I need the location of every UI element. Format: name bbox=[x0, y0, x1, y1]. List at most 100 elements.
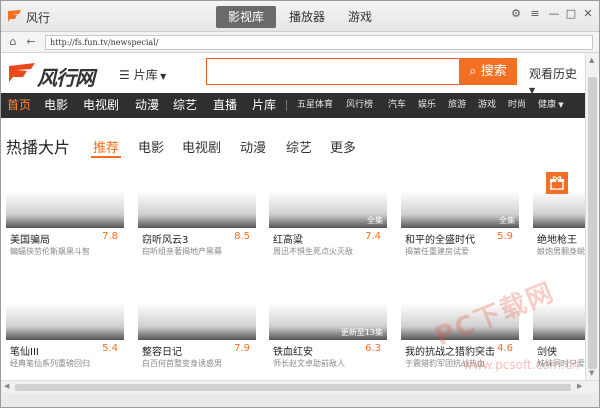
movie-score: 7.4 bbox=[365, 231, 381, 242]
filter-anime[interactable]: 动漫 bbox=[240, 137, 266, 156]
scroll-right-arrow-icon[interactable]: ▶ bbox=[577, 382, 582, 390]
app-window: 风行 影视库 播放器 游戏 ⚙ ≡ — □ ✕ ⌂ ← http://fs.fu… bbox=[0, 0, 600, 408]
tab-player[interactable]: 播放器 bbox=[283, 6, 331, 28]
movie-title[interactable]: 绝地枪王 bbox=[537, 231, 577, 246]
library-menu-label: 片库 bbox=[133, 68, 158, 82]
nav-anime[interactable]: 动漫 bbox=[135, 93, 159, 118]
status-badge: 全集 bbox=[499, 216, 515, 225]
movie-score: 8.5 bbox=[234, 231, 250, 242]
movie-card[interactable]: 整容日记 7.9 白百何首整变身诱惑男 bbox=[138, 273, 256, 371]
filter-movies[interactable]: 电影 bbox=[138, 137, 164, 156]
nav-movies[interactable]: 电影 bbox=[44, 93, 68, 118]
status-badge: 更新至13集 bbox=[340, 328, 383, 337]
filter-tv-series[interactable]: 电视剧 bbox=[182, 137, 221, 156]
movie-card[interactable]: 更新至13集 铁血红安 6.3 师长赵文卓助前敌人 bbox=[269, 273, 387, 371]
maximize-icon[interactable]: □ bbox=[563, 6, 579, 22]
nav-library[interactable]: 片库 bbox=[252, 93, 276, 118]
gift-glyph bbox=[550, 176, 564, 190]
nav-rankings[interactable]: 风行榜 bbox=[346, 93, 373, 118]
movie-card[interactable]: 窃听风云3 8.5 窃听组亲著揭地产黑幕 bbox=[138, 161, 256, 259]
fengxing-logo-icon bbox=[9, 63, 35, 82]
filter-more[interactable]: 更多 bbox=[330, 137, 356, 156]
movie-card[interactable]: 全集 和平的全盛时代 5.9 揭第任重建房试爱 bbox=[401, 161, 519, 259]
hamburger-icon: ☰ bbox=[119, 68, 134, 82]
horizontal-scrollbar[interactable]: ◀ ▶ bbox=[1, 380, 599, 393]
watermark-url: www.pcsoft.com.cn bbox=[463, 358, 580, 372]
movie-description: 经典笔仙系列重磅回归 bbox=[10, 359, 90, 368]
status-badge: 全集 bbox=[367, 216, 383, 225]
movie-description: 白百何首整变身诱惑男 bbox=[142, 359, 222, 368]
nav-fashion[interactable]: 时尚 bbox=[508, 93, 526, 118]
caret-down-icon: ▼ bbox=[556, 101, 564, 109]
movie-score: 7.9 bbox=[234, 343, 250, 354]
home-icon[interactable]: ⌂ bbox=[5, 34, 21, 50]
movie-score: 5.9 bbox=[497, 231, 513, 242]
search-button[interactable]: ⌕ 搜索 bbox=[459, 58, 517, 85]
movie-score: 7.8 bbox=[102, 231, 118, 242]
site-logo-text[interactable]: 风行网 bbox=[37, 62, 95, 91]
nav-cars[interactable]: 汽车 bbox=[388, 93, 406, 118]
filter-recommended[interactable]: 推荐 bbox=[93, 137, 119, 156]
movie-poster[interactable] bbox=[6, 273, 124, 340]
tab-video-library[interactable]: 影视库 bbox=[216, 6, 276, 28]
movie-poster[interactable]: 全集 bbox=[401, 161, 519, 228]
movie-score: 4.6 bbox=[497, 343, 513, 354]
status-bar bbox=[1, 393, 599, 407]
movie-description: 蝙蝠侠劳伦斯飙黑斗智 bbox=[10, 247, 90, 256]
movie-title[interactable]: 美国骗局 bbox=[10, 231, 50, 246]
movie-description: 揭第任重建房试爱 bbox=[405, 247, 469, 256]
settings-icon[interactable]: ⚙ bbox=[508, 6, 524, 22]
vertical-scrollbar[interactable]: ▲ ▼ bbox=[585, 53, 599, 380]
nav-health-label: 健康 bbox=[538, 100, 557, 110]
nav-live[interactable]: 直播 bbox=[213, 93, 237, 118]
movie-description: 窃听组亲著揭地产黑幕 bbox=[142, 247, 222, 256]
library-menu[interactable]: ☰ 片库 ▼ bbox=[119, 66, 166, 83]
horizontal-scroll-thumb[interactable] bbox=[15, 384, 571, 391]
nav-health[interactable]: 健康 ▼ bbox=[538, 93, 564, 118]
nav-entertainment[interactable]: 娱乐 bbox=[418, 93, 436, 118]
movie-poster[interactable] bbox=[138, 161, 256, 228]
nav-travel[interactable]: 旅游 bbox=[448, 93, 466, 118]
movie-title[interactable]: 铁血红安 bbox=[273, 343, 313, 358]
back-arrow-icon[interactable]: ← bbox=[23, 34, 39, 50]
movie-title[interactable]: 剑侠 bbox=[537, 343, 557, 358]
movie-title[interactable]: 笔仙III bbox=[10, 343, 39, 358]
active-filter-underline bbox=[91, 156, 121, 158]
tab-games[interactable]: 游戏 bbox=[341, 6, 379, 28]
close-icon[interactable]: ✕ bbox=[580, 6, 596, 22]
address-bar: ⌂ ← http://fs.fun.tv/newspecial/ bbox=[1, 32, 599, 53]
menu-icon[interactable]: ≡ bbox=[527, 6, 543, 22]
search-icon: ⌕ bbox=[469, 64, 477, 79]
gift-icon[interactable] bbox=[546, 172, 568, 194]
movie-poster[interactable]: 更新至13集 bbox=[269, 273, 387, 340]
movie-card[interactable]: 笔仙III 5.4 经典笔仙系列重磅回归 bbox=[6, 273, 124, 371]
vertical-scroll-thumb[interactable] bbox=[588, 77, 597, 369]
nav-tv-series[interactable]: 电视剧 bbox=[83, 93, 119, 118]
movie-description: 师长赵文卓助前敌人 bbox=[273, 359, 345, 368]
movie-card[interactable]: 全集 红高粱 7.4 周迅不惧生死点火灭敌 bbox=[269, 161, 387, 259]
filter-variety[interactable]: 综艺 bbox=[286, 137, 312, 156]
watch-history[interactable]: 观看历史 ▼ bbox=[529, 65, 585, 96]
nav-home[interactable]: 首页 bbox=[7, 93, 31, 118]
scroll-left-arrow-icon[interactable]: ◀ bbox=[4, 382, 9, 390]
movie-poster[interactable] bbox=[138, 273, 256, 340]
nav-variety[interactable]: 综艺 bbox=[173, 93, 197, 118]
scroll-down-arrow-icon[interactable]: ▼ bbox=[589, 369, 594, 377]
movie-poster[interactable] bbox=[6, 161, 124, 228]
movie-title[interactable]: 窃听风云3 bbox=[142, 231, 188, 246]
minimize-icon[interactable]: — bbox=[546, 6, 562, 22]
scroll-up-arrow-icon[interactable]: ▲ bbox=[589, 56, 594, 64]
url-field[interactable]: http://fs.fun.tv/newspecial/ bbox=[45, 35, 593, 50]
movie-score: 5.4 bbox=[102, 343, 118, 354]
movie-card[interactable]: 美国骗局 7.8 蝙蝠侠劳伦斯飙黑斗智 bbox=[6, 161, 124, 259]
nav-games[interactable]: 游戏 bbox=[478, 93, 496, 118]
movie-title[interactable]: 和平的全盛时代 bbox=[405, 231, 475, 246]
section-title: 热播大片 bbox=[6, 138, 71, 157]
search-input[interactable] bbox=[206, 58, 460, 85]
movie-title[interactable]: 红高粱 bbox=[273, 231, 303, 246]
movie-description: 周迅不惧生死点火灭敌 bbox=[273, 247, 353, 256]
app-name: 风行 bbox=[26, 11, 51, 25]
nav-sports[interactable]: 五星体育 bbox=[297, 93, 333, 118]
movie-poster[interactable]: 全集 bbox=[269, 161, 387, 228]
movie-title[interactable]: 整容日记 bbox=[142, 343, 182, 358]
